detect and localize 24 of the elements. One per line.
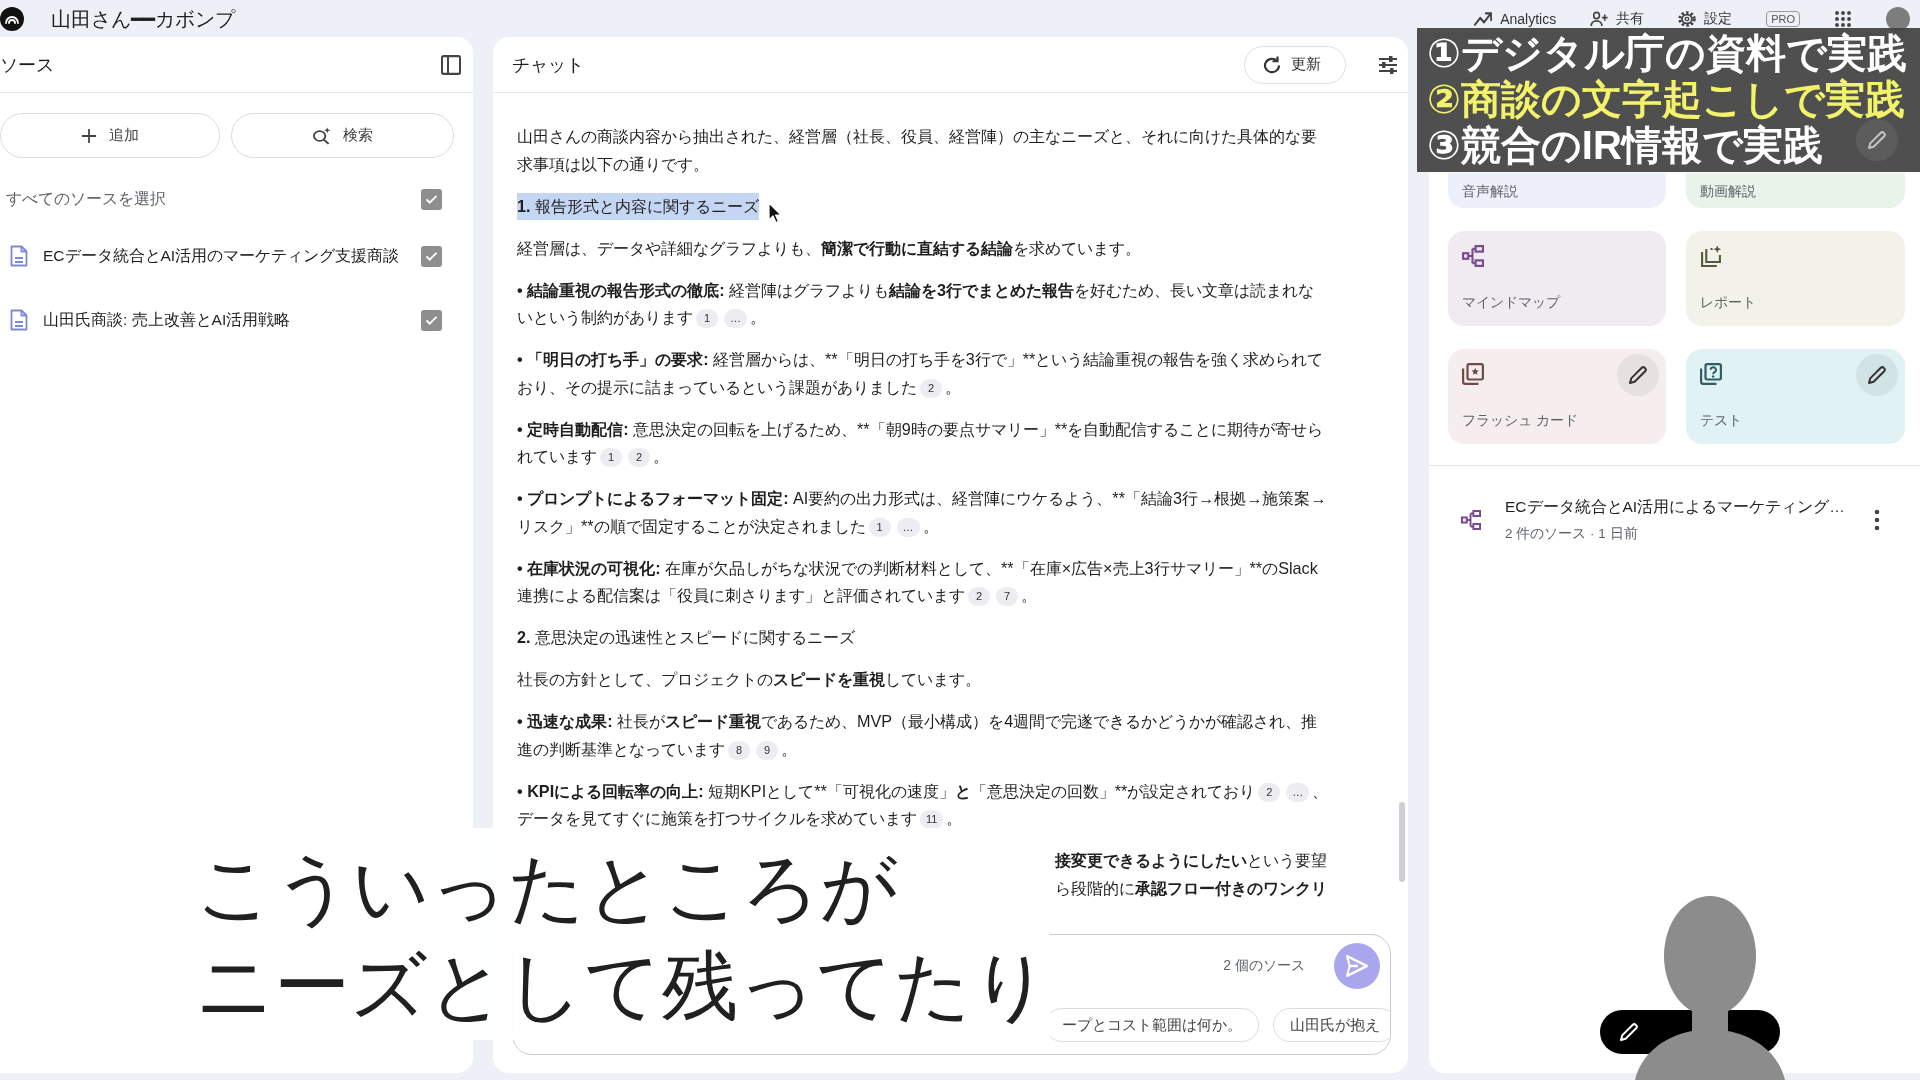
chat-paragraph: • 迅速な成果: 社長がスピード重視であるため、MVP（最小構成）を4週間で完遂できるかどうかが確認され、推進の判断基準となっています 8 9 。 — [517, 711, 1319, 762]
paragraph-fragment: ら段階的に承認フロー付きのワンクリ — [1055, 877, 1327, 900]
chat-paragraph: 経営層は、データや詳細なグラフよりも、簡潔で行動に直結する結論を求めています。 — [517, 237, 1141, 259]
plan-badge: PRO — [1766, 10, 1800, 27]
chat-paragraph: 山田さんの商談内容から抽出された、経営層（社長、役員、経営陣）の主なニーズと、それに向けた具体的な要求事項は以下の通りです。 — [517, 126, 1318, 175]
paragraph-fragment: 接変更できるようにしたいという要望 — [1055, 850, 1327, 872]
chat-paragraph: • プロンプトによるフォーマット固定: AI要約の出力形式は、経営陣にウケるよう、**「結論3行→根拠→施策案→リスク」**の順で固定することが決定されました 1 … 。 — [517, 488, 1328, 539]
chat-paragraph: 社長の方針として、プロジェクトのスピードを重視しています。 — [517, 669, 981, 690]
banner-line: ③競合のIR情報で実践 — [1427, 122, 1823, 168]
chat-paragraph: 2. 意思決定の迅速性とスピードに関するニーズ — [517, 627, 855, 648]
banner-line: ①デジタル庁の資料で実践 — [1427, 30, 1907, 76]
chat-paragraph: • 結論重視の報告形式の徹底: 経営陣はグラフよりも結論を3行でまとめた報告を好むため、長い文章は読まれないという制約があります 1 … 。 — [517, 279, 1316, 330]
notebook-title: 山田さん━━カボンプ — [51, 6, 236, 31]
select-all-label: すべてのソースを選択 — [6, 188, 166, 209]
source-count: 2 個のソース — [1223, 957, 1305, 975]
chat-paragraph: • 在庫状況の可視化: 在庫が欠品しがちな状況での判断材料として、**「在庫×広告×売上3行サマリー」**のSlack連携による配信案は「役員に刺さります」と評価されています 2 7 。 — [517, 557, 1319, 608]
chat-paragraph: • 定時自動配信: 意思決定の回転を上げるため、**「朝9時の要点サマリー」**を自動配信することに期待が寄せられています 1 2 。 — [517, 418, 1325, 469]
panel-title: チャット — [512, 53, 585, 77]
chat-paragraph: 1. 報告形式と内容に関するニーズ — [517, 192, 759, 220]
panel-title: ソース — [0, 53, 54, 77]
banner-line: ②商談の文字起こしで実践 — [1427, 76, 1905, 122]
note-meta: 2 件のソース · 1 日前 — [1505, 525, 1638, 543]
chat-paragraph: • 「明日の打ち手」の要求: 経営層からは、**「明日の打ち手を3行で」**という結論重視の報告を強く求められており、その提示に詰まっているという課題がありました 2 。 — [517, 349, 1325, 400]
subtitle-line: こういったところが — [196, 844, 898, 932]
